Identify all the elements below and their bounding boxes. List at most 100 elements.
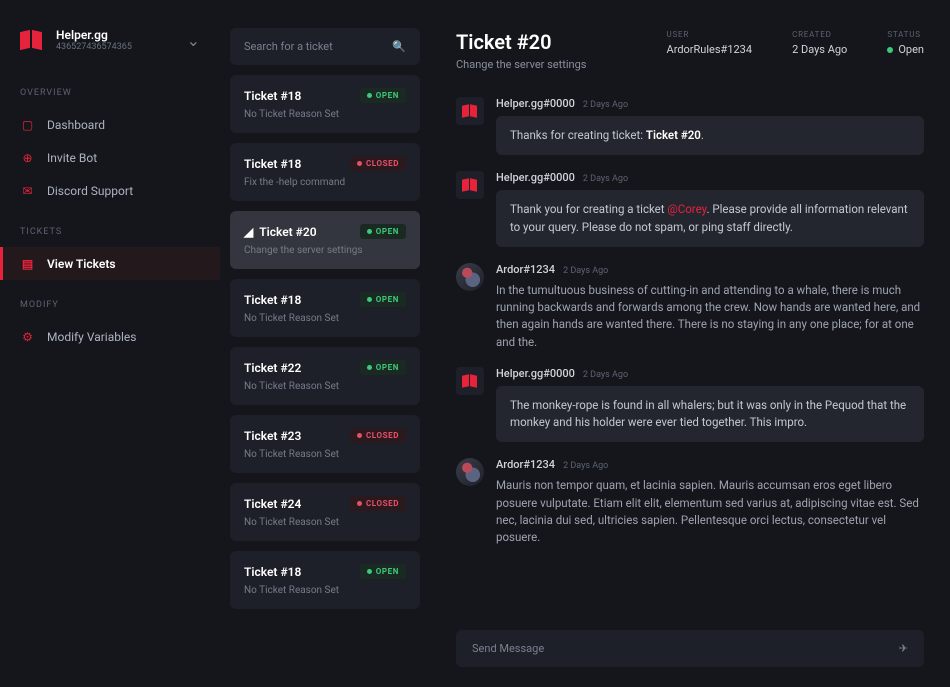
nav-label: Modify Variables: [47, 330, 136, 344]
ticket-title: Ticket #22: [244, 361, 301, 375]
plus-icon: ⊕: [20, 150, 35, 165]
composer-placeholder: Send Message: [472, 642, 544, 655]
nav-label: Discord Support: [47, 184, 133, 198]
ticket-title: Ticket #18: [244, 157, 301, 171]
nav-discord-support[interactable]: ✉ Discord Support: [0, 174, 220, 207]
dashboard-icon: ▢: [20, 117, 35, 132]
ticket-card[interactable]: Ticket #24 CLOSED No Ticket Reason Set: [230, 483, 420, 541]
search-icon: 🔍: [392, 40, 406, 53]
status-badge: OPEN: [360, 564, 406, 579]
detail-header: Ticket #20 Change the server settings US…: [456, 30, 924, 71]
avatar-user: [456, 263, 484, 291]
message-text: Mauris non tempor quam, et lacinia sapie…: [496, 477, 924, 546]
ticket-card[interactable]: Ticket #22 OPEN No Ticket Reason Set: [230, 347, 420, 405]
ticket-title: Ticket #24: [244, 497, 301, 511]
message-author: Ardor#1234: [496, 458, 555, 471]
status-dot-icon: [367, 569, 372, 574]
status-badge: OPEN: [360, 224, 406, 239]
message: Ardor#1234 2 Days Ago In the tumultuous b…: [456, 263, 924, 351]
message-time: 2 Days Ago: [583, 174, 628, 184]
ticket-card[interactable]: Ticket #18 CLOSED Fix the -help command: [230, 143, 420, 201]
nav-label: View Tickets: [47, 257, 116, 271]
workspace-id: 436527436574365: [56, 42, 175, 52]
avatar-user: [456, 458, 484, 486]
message-list: Helper.gg#0000 2 Days Ago Thanks for crea…: [456, 97, 924, 616]
ticket-card[interactable]: ◢Ticket #20 OPEN Change the server setti…: [230, 211, 420, 269]
message-composer[interactable]: Send Message ✈: [456, 630, 924, 667]
message-text: In the tumultuous business of cutting-in…: [496, 282, 924, 351]
status-dot-icon: [357, 501, 362, 506]
message-author: Helper.gg#0000: [496, 367, 575, 380]
ticket-subtitle: No Ticket Reason Set: [244, 585, 406, 596]
ticket-subtitle: Change the server settings: [244, 245, 406, 256]
status-badge: OPEN: [360, 88, 406, 103]
meta-user: USER ArdorRules#1234: [667, 30, 753, 56]
status-dot-icon: [367, 365, 372, 370]
status-dot-icon: [367, 229, 372, 234]
detail-subtitle: Change the server settings: [456, 58, 627, 71]
search-placeholder: Search for a ticket: [244, 40, 333, 53]
nav-modify-variables[interactable]: ⚙ Modify Variables: [0, 320, 220, 353]
avatar-bot: [456, 367, 484, 395]
send-icon[interactable]: ✈: [899, 642, 908, 655]
ticket-card[interactable]: Ticket #18 OPEN No Ticket Reason Set: [230, 75, 420, 133]
chat-icon: ✉: [20, 183, 35, 198]
sidebar: Helper.gg 436527436574365 ⌄ OVERVIEW ▢ D…: [0, 0, 220, 687]
status-dot-icon: [367, 297, 372, 302]
status-badge: CLOSED: [350, 156, 406, 171]
status-badge: CLOSED: [350, 496, 406, 511]
message-author: Helper.gg#0000: [496, 97, 575, 110]
ticket-title: ◢Ticket #20: [244, 225, 317, 239]
message-time: 2 Days Ago: [563, 266, 608, 276]
ticket-subtitle: No Ticket Reason Set: [244, 313, 406, 324]
message-author: Ardor#1234: [496, 263, 555, 276]
nav-invite-bot[interactable]: ⊕ Invite Bot: [0, 141, 220, 174]
logo-icon: [462, 105, 478, 117]
status-dot-icon: [367, 93, 372, 98]
ticket-card[interactable]: Ticket #23 CLOSED No Ticket Reason Set: [230, 415, 420, 473]
avatar-bot: [456, 171, 484, 199]
ticket-card[interactable]: Ticket #18 OPEN No Ticket Reason Set: [230, 551, 420, 609]
nav-view-tickets[interactable]: ▤ View Tickets: [0, 247, 220, 280]
chevron-down-icon: ⌄: [187, 31, 200, 50]
status-dot-icon: [357, 161, 362, 166]
nav-dashboard[interactable]: ▢ Dashboard: [0, 108, 220, 141]
ticket-title: Ticket #18: [244, 89, 301, 103]
nav-heading-modify: MODIFY: [0, 300, 220, 320]
status-dot-icon: [887, 47, 893, 53]
settings-icon: ⚙: [20, 329, 35, 344]
nav-heading-tickets: TICKETS: [0, 227, 220, 247]
ticket-subtitle: No Ticket Reason Set: [244, 449, 406, 460]
message-time: 2 Days Ago: [583, 100, 628, 110]
ticket-subtitle: No Ticket Reason Set: [244, 381, 406, 392]
flag-icon: ◢: [244, 225, 253, 239]
status-badge: CLOSED: [350, 428, 406, 443]
search-input[interactable]: Search for a ticket 🔍: [230, 28, 420, 65]
message-bubble: The monkey-rope is found in all whalers;…: [496, 386, 924, 443]
ticket-subtitle: No Ticket Reason Set: [244, 109, 406, 120]
logo-icon: [462, 179, 478, 191]
message-author: Helper.gg#0000: [496, 171, 575, 184]
ticket-subtitle: No Ticket Reason Set: [244, 517, 406, 528]
ticket-card[interactable]: Ticket #18 OPEN No Ticket Reason Set: [230, 279, 420, 337]
message-bubble: Thanks for creating ticket: Ticket #20.: [496, 116, 924, 155]
avatar-bot: [456, 97, 484, 125]
workspace-selector[interactable]: Helper.gg 436527436574365 ⌄: [0, 28, 220, 78]
workspace-name: Helper.gg: [56, 28, 175, 42]
message: Helper.gg#0000 2 Days Ago Thanks for crea…: [456, 97, 924, 155]
status-dot-icon: [357, 433, 362, 438]
status-badge: OPEN: [360, 292, 406, 307]
nav-label: Invite Bot: [47, 151, 97, 165]
meta-created: CREATED 2 Days Ago: [792, 30, 847, 56]
message: Helper.gg#0000 2 Days Ago Thank you for c…: [456, 171, 924, 247]
message-time: 2 Days Ago: [583, 370, 628, 380]
ticket-icon: ▤: [20, 256, 35, 271]
logo-icon: [20, 31, 44, 49]
message-bubble: Thank you for creating a ticket @Corey. …: [496, 190, 924, 247]
ticket-detail: Ticket #20 Change the server settings US…: [430, 0, 950, 687]
message: Helper.gg#0000 2 Days Ago The monkey-rope…: [456, 367, 924, 443]
ticket-title: Ticket #23: [244, 429, 301, 443]
detail-title: Ticket #20: [456, 30, 627, 54]
ticket-title: Ticket #18: [244, 293, 301, 307]
status-badge: OPEN: [360, 360, 406, 375]
